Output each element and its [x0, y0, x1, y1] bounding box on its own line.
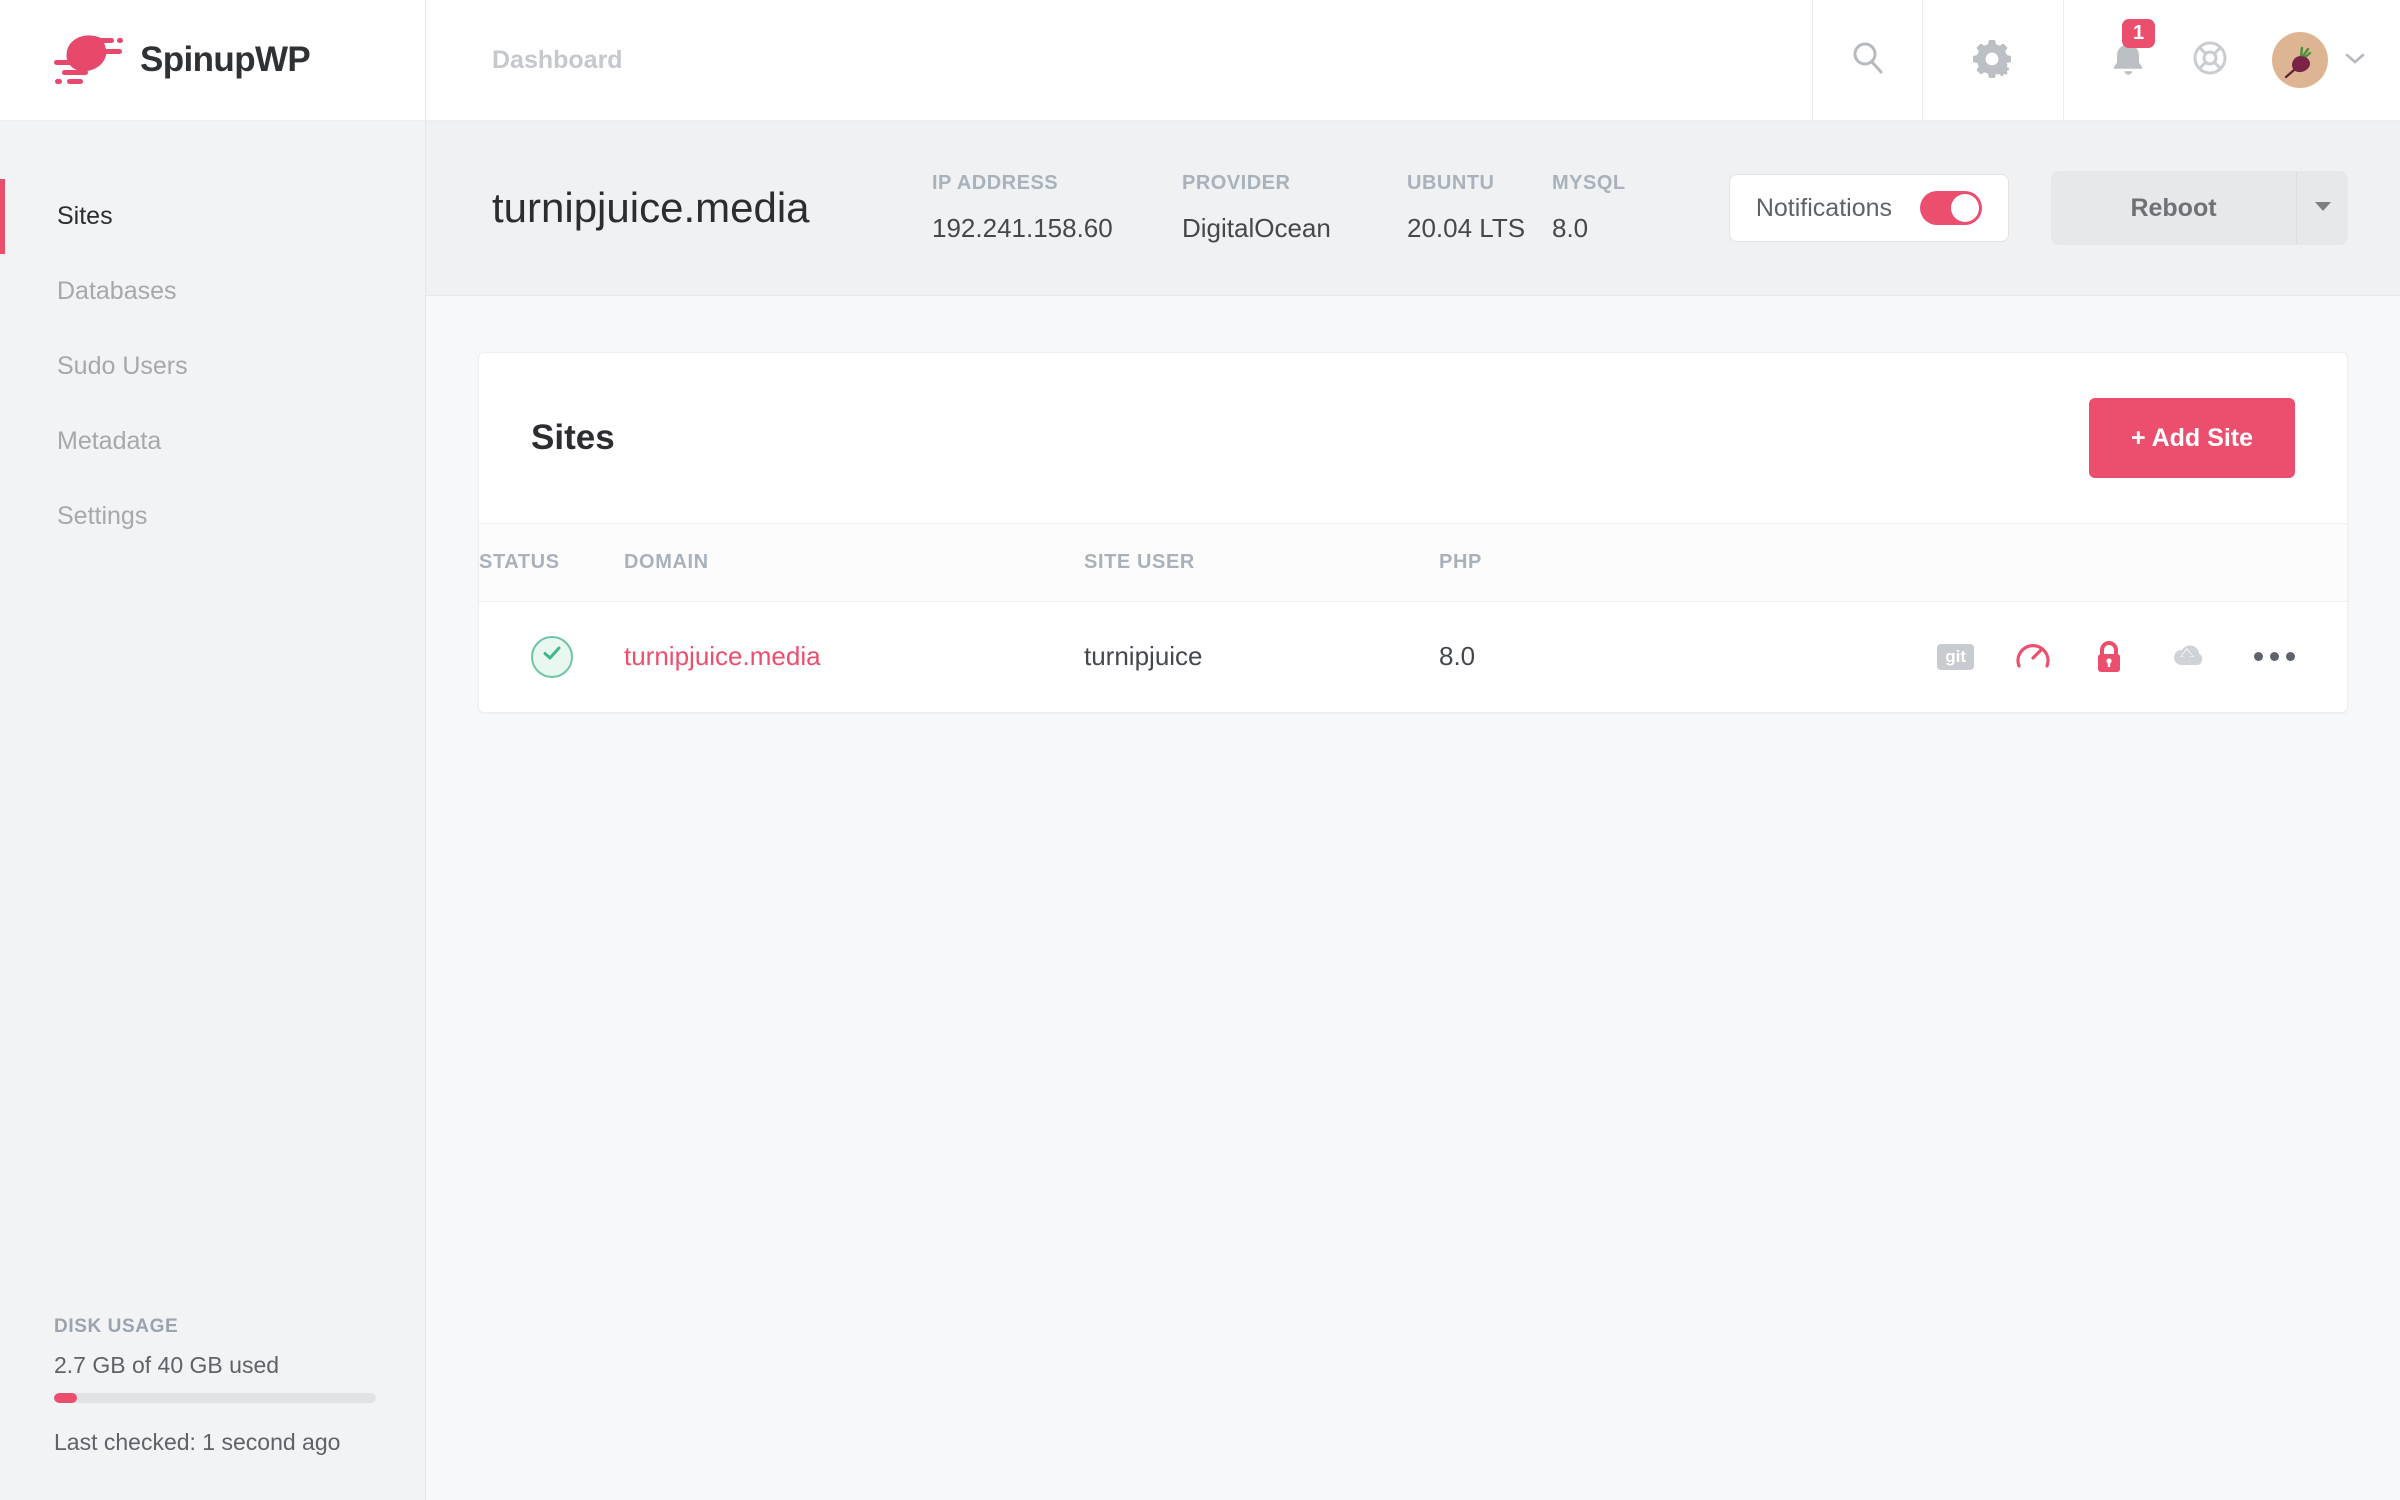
sites-table-head: STATUS DOMAIN SITE USER PHP	[479, 523, 2347, 602]
chevron-down-icon	[2344, 51, 2366, 70]
notifications-toggle-label: Notifications	[1755, 193, 1892, 222]
spinupwp-swoosh-logo	[48, 33, 126, 87]
column-header-site-user: SITE USER	[1084, 551, 1195, 573]
support-button[interactable]	[2188, 36, 2232, 85]
check-icon	[540, 641, 564, 672]
user-menu-button[interactable]	[2272, 32, 2366, 88]
meta-label: IP ADDRESS	[932, 172, 1059, 194]
notifications-button[interactable]: 1	[2108, 18, 2156, 84]
cell-php: 8.0	[1439, 601, 1769, 712]
add-site-button[interactable]: + Add Site	[2088, 398, 2295, 478]
cell-status	[479, 601, 624, 712]
meta-label: UBUNTU	[1407, 172, 1495, 194]
life-ring-icon	[2188, 36, 2232, 85]
lock-icon[interactable]	[2092, 638, 2126, 676]
cloud-upload-icon[interactable]	[2166, 641, 2208, 673]
meta-value: 192.241.158.60	[932, 213, 1113, 243]
cell-domain: turnipjuice.media	[624, 601, 1084, 712]
page-title: turnipjuice.media	[492, 184, 810, 231]
sidebar-nav: Sites Databases Sudo Users Metadata Sett…	[0, 121, 425, 554]
topbar-right-group: 1	[2064, 0, 2400, 120]
sites-card-title: Sites	[531, 418, 615, 457]
reboot-button[interactable]: Reboot	[2051, 171, 2296, 245]
sidebar-item-settings[interactable]: Settings	[0, 479, 425, 554]
sidebar: SpinupWP Sites Databases Sudo Users Meta…	[0, 0, 426, 1500]
status-badge	[531, 635, 573, 678]
disk-usage-bar	[54, 1393, 376, 1403]
sidebar-item-label: Sites	[57, 202, 113, 230]
meta-label: PROVIDER	[1182, 172, 1291, 194]
server-meta-ip-address: IP ADDRESS 192.241.158.60	[932, 172, 1182, 244]
sites-card: Sites + Add Site STATUS DOMAIN SITE USER…	[478, 352, 2348, 713]
meta-value: DigitalOcean	[1182, 213, 1331, 243]
notifications-toggle-group[interactable]: Notifications	[1728, 174, 2009, 242]
disk-last-checked: Last checked: 1 second ago	[54, 1429, 341, 1455]
settings-button[interactable]	[1922, 0, 2064, 120]
notifications-toggle[interactable]	[1920, 191, 1982, 225]
meta-value: 8.0	[1552, 213, 1589, 243]
disk-usage-panel: DISK USAGE 2.7 GB of 40 GB used Last che…	[0, 1316, 425, 1500]
app-root: SpinupWP Sites Databases Sudo Users Meta…	[0, 0, 2400, 1500]
search-button[interactable]	[1812, 0, 1922, 120]
more-options-icon[interactable]	[2248, 652, 2295, 662]
server-header: turnipjuice.media IP ADDRESS 192.241.158…	[426, 121, 2400, 296]
column-header-actions	[1769, 524, 2347, 602]
server-meta-provider: PROVIDER DigitalOcean	[1182, 172, 1407, 244]
git-icon[interactable]: git	[1937, 643, 1974, 670]
table-row: turnipjuice.media turnipjuice 8.0 git	[479, 601, 2347, 712]
disk-usage-bar-fill	[54, 1393, 77, 1403]
sidebar-item-label: Settings	[57, 502, 148, 530]
caret-down-icon	[2314, 199, 2332, 217]
meta-label: MYSQL	[1552, 172, 1626, 194]
disk-usage-value: 2.7 GB of 40 GB used	[54, 1352, 280, 1378]
sidebar-item-sites[interactable]: Sites	[0, 179, 425, 254]
content-area: Sites + Add Site STATUS DOMAIN SITE USER…	[426, 296, 2400, 1500]
sidebar-item-metadata[interactable]: Metadata	[0, 404, 425, 479]
server-meta-mysql: MYSQL 8.0	[1552, 172, 1702, 244]
site-domain-link[interactable]: turnipjuice.media	[624, 641, 821, 671]
column-header-status: STATUS	[479, 551, 560, 573]
toggle-knob	[1951, 194, 1979, 222]
server-meta-ubuntu: UBUNTU 20.04 LTS	[1407, 172, 1552, 244]
sites-table-body: turnipjuice.media turnipjuice 8.0 git	[479, 601, 2347, 712]
sidebar-item-label: Databases	[57, 277, 177, 305]
disk-usage-title: DISK USAGE	[54, 1316, 179, 1337]
breadcrumb-label: Dashboard	[492, 45, 623, 74]
column-header-php: PHP	[1439, 551, 1482, 573]
table-header-row: STATUS DOMAIN SITE USER PHP	[479, 523, 2347, 602]
sidebar-item-label: Sudo Users	[57, 352, 188, 380]
sidebar-item-label: Metadata	[57, 427, 162, 455]
server-meta-group: IP ADDRESS 192.241.158.60 PROVIDER Digit…	[932, 172, 1703, 244]
topbar: Dashboard 1	[426, 0, 2400, 121]
sites-table: STATUS DOMAIN SITE USER PHP turnipjuice.…	[479, 523, 2347, 712]
sidebar-item-sudo-users[interactable]: Sudo Users	[0, 329, 425, 404]
reboot-split-button: Reboot	[2051, 171, 2348, 245]
sites-card-header: Sites + Add Site	[479, 353, 2347, 523]
search-icon	[1848, 38, 1888, 83]
breadcrumb[interactable]: Dashboard	[426, 0, 1812, 120]
cell-site-user: turnipjuice	[1084, 601, 1439, 712]
main-area: Dashboard 1 turnipjuice.media IP ADDRESS…	[426, 0, 2400, 1500]
sidebar-item-databases[interactable]: Databases	[0, 254, 425, 329]
cell-actions: git	[1769, 601, 2347, 712]
avatar	[2272, 32, 2328, 88]
notifications-badge: 1	[2122, 18, 2156, 48]
column-header-domain: DOMAIN	[624, 551, 709, 573]
brand-name: SpinupWP	[140, 40, 311, 79]
row-actions: git	[1769, 638, 2295, 676]
reboot-dropdown-button[interactable]	[2296, 171, 2348, 245]
reboot-button-label: Reboot	[2130, 193, 2217, 222]
meta-value: 20.04 LTS	[1407, 213, 1526, 243]
gauge-icon[interactable]	[2014, 638, 2052, 676]
brand-logo[interactable]: SpinupWP	[0, 0, 425, 121]
gears-icon	[1969, 34, 2017, 87]
